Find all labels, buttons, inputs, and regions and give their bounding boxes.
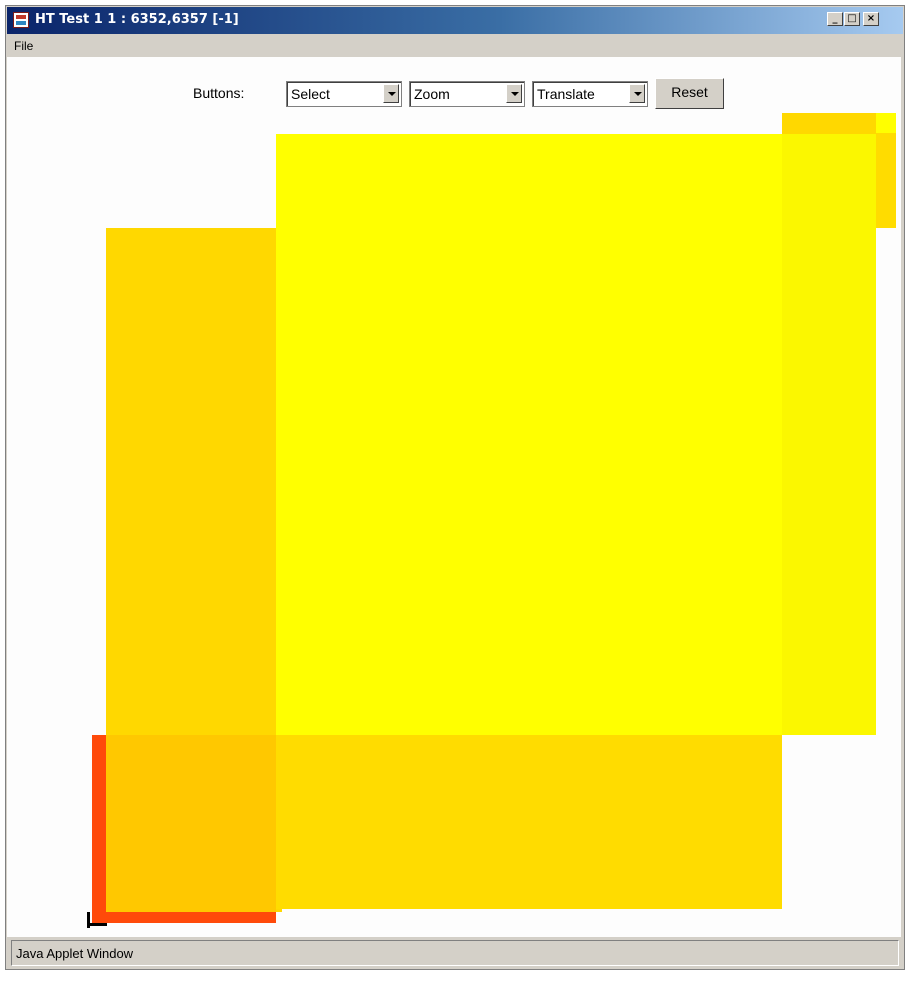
window-title: HT Test 1 1 : 6352,6357 [-1] xyxy=(35,12,239,27)
gold-rect-bottom xyxy=(276,735,782,909)
zoom-dropdown-value: Zoom xyxy=(414,86,450,102)
java-app-icon xyxy=(13,12,29,28)
reset-button[interactable]: Reset xyxy=(655,78,724,109)
chevron-down-icon[interactable] xyxy=(629,84,645,103)
chevron-down-icon[interactable] xyxy=(383,84,399,103)
maximize-button[interactable]: □ xyxy=(844,12,860,26)
translate-dropdown[interactable]: Translate xyxy=(532,81,648,107)
drawing-canvas[interactable]: Buttons: Select Zoom Translate Reset xyxy=(7,57,901,937)
buttons-label: Buttons: xyxy=(193,85,245,101)
zoom-dropdown[interactable]: Zoom xyxy=(409,81,525,107)
menu-file[interactable]: File xyxy=(14,39,33,53)
status-bar: Java Applet Window xyxy=(11,940,899,966)
applet-window: HT Test 1 1 : 6352,6357 [-1] _ □ × File … xyxy=(5,5,905,970)
chevron-down-icon[interactable] xyxy=(506,84,522,103)
select-dropdown[interactable]: Select xyxy=(286,81,402,107)
anchor-marker-h xyxy=(87,923,107,926)
menu-bar: File xyxy=(7,35,903,57)
title-bar[interactable]: HT Test 1 1 : 6352,6357 [-1] _ □ × xyxy=(7,7,903,34)
minimize-button[interactable]: _ xyxy=(827,12,843,26)
yellow-rect-right-strip xyxy=(782,134,876,735)
orange-rect-overlap xyxy=(106,735,276,912)
select-dropdown-value: Select xyxy=(291,86,330,102)
status-text: Java Applet Window xyxy=(16,946,134,961)
close-button[interactable]: × xyxy=(863,12,879,26)
translate-dropdown-value: Translate xyxy=(537,86,595,102)
yellow-rect-corner xyxy=(876,113,896,133)
